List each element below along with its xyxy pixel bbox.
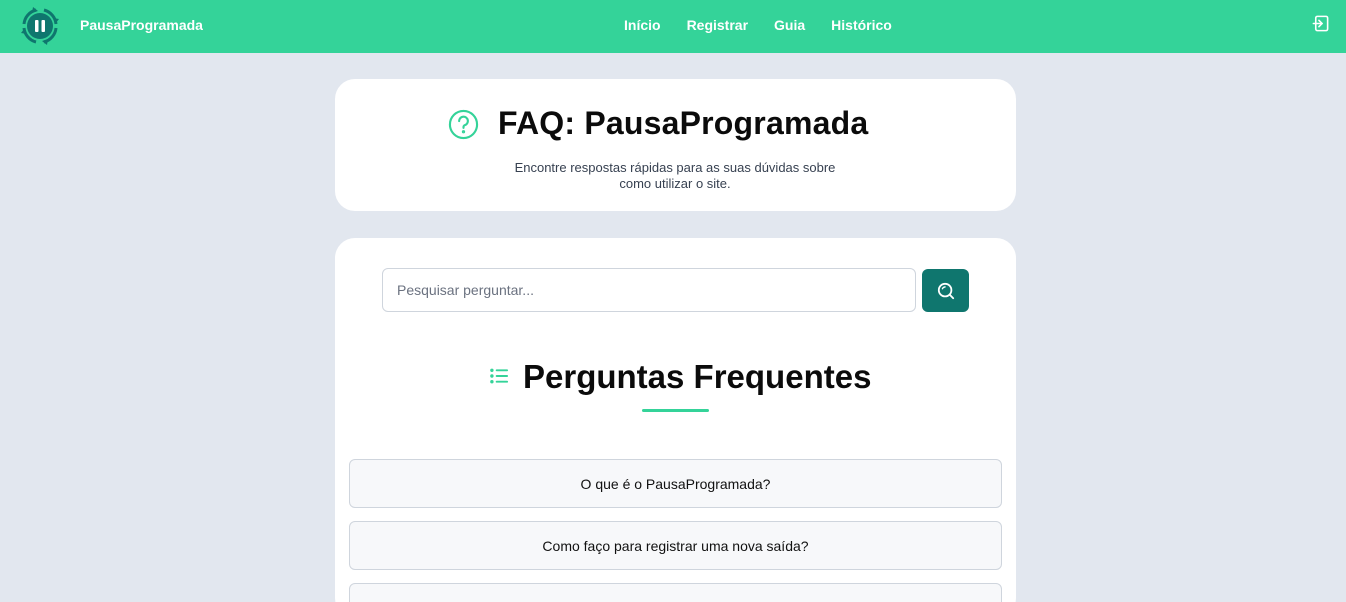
nav-link-historico[interactable]: Histórico	[831, 17, 892, 33]
logout-icon[interactable]	[1311, 14, 1330, 33]
section-title: Perguntas Frequentes	[523, 358, 872, 395]
search-button[interactable]	[922, 269, 969, 312]
search-input[interactable]	[382, 268, 916, 312]
nav-links: Início Registrar Guia Histórico	[624, 17, 918, 33]
top-navbar: PausaProgramada Início Registrar Guia Hi…	[0, 0, 1346, 53]
brand-name[interactable]: PausaProgramada	[80, 17, 203, 33]
nav-link-registrar[interactable]: Registrar	[687, 17, 748, 33]
faq-item[interactable]	[349, 583, 1002, 602]
faq-item[interactable]: O que é o PausaProgramada?	[349, 459, 1002, 508]
nav-link-guia[interactable]: Guia	[774, 17, 805, 33]
nav-link-inicio[interactable]: Início	[624, 17, 661, 33]
help-circle-icon	[448, 109, 479, 140]
search-icon	[937, 282, 954, 299]
page-subtitle: Encontre respostas rápidas para as suas …	[514, 160, 836, 191]
faq-item[interactable]: Como faço para registrar uma nova saída?	[349, 521, 1002, 570]
page-title: FAQ: PausaProgramada	[498, 105, 869, 141]
faq-header-card: FAQ: PausaProgramada Encontre respostas …	[335, 79, 1016, 211]
logo-icon[interactable]	[18, 4, 62, 48]
faq-main-card: Perguntas Frequentes O que é o PausaProg…	[335, 238, 1016, 602]
list-icon	[490, 368, 509, 384]
title-underline	[642, 409, 709, 412]
